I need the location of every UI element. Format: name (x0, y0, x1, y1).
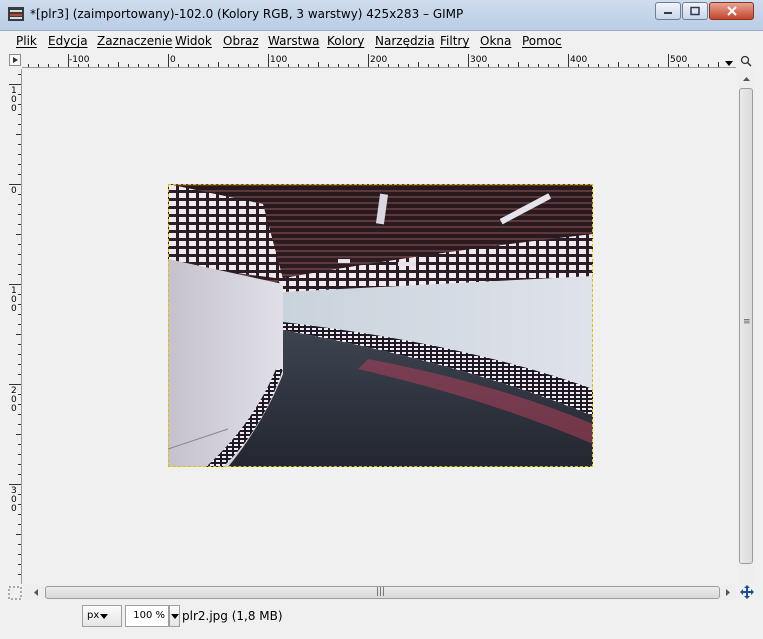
scroll-left-icon[interactable] (29, 585, 43, 600)
minimize-icon (664, 12, 672, 14)
navigate-cross-icon[interactable] (739, 584, 755, 600)
minimize-button[interactable] (655, 2, 681, 20)
window-title: *[plr3] (zaimportowany)-102.0 (Kolory RG… (30, 7, 464, 21)
horizontal-scrollbar-thumb[interactable]: ||| (45, 586, 720, 599)
menu-narzedzia[interactable]: Narzędzia (375, 34, 435, 48)
vruler-label: 100 (11, 286, 17, 314)
menu-zaznaczenie[interactable]: Zaznaczenie (97, 34, 172, 48)
vruler-label: 300 (11, 486, 17, 514)
zoom-fit-icon[interactable] (740, 55, 752, 67)
menu-okna[interactable]: Okna (480, 34, 511, 48)
maximize-button[interactable] (682, 2, 708, 20)
menu-widok[interactable]: Widok (175, 34, 212, 48)
vruler-label: 0 (11, 186, 17, 196)
menu-arrow-icon (13, 57, 18, 63)
close-button[interactable] (709, 2, 754, 20)
zoom-dropdown-button[interactable] (169, 605, 180, 627)
vertical-scrollbar-thumb[interactable]: ≡ (739, 88, 753, 564)
maximize-icon (690, 6, 700, 16)
vruler-label: 200 (11, 386, 17, 414)
grip-icon: ≡ (743, 317, 751, 327)
scroll-right-icon[interactable] (721, 585, 735, 600)
status-file-info: plr2.jpg (1,8 MB) (182, 609, 283, 623)
unit-value: px (87, 610, 100, 621)
hruler-label: -100 (69, 55, 90, 65)
horizontal-ruler[interactable]: -100 0 100 200 300 400 500 (22, 53, 736, 68)
close-icon (726, 6, 737, 16)
chevron-down-icon (100, 614, 108, 619)
menu-warstwa[interactable]: Warstwa (268, 34, 320, 48)
unit-select[interactable]: px (82, 605, 122, 627)
menu-plik[interactable]: Plik (16, 34, 37, 48)
gimp-app-icon (8, 7, 24, 21)
menu-obraz[interactable]: Obraz (223, 34, 259, 48)
hruler-label: 0 (170, 55, 176, 65)
hruler-label: 400 (570, 55, 587, 65)
hruler-label: 300 (470, 55, 487, 65)
hruler-label: 500 (670, 55, 687, 65)
vruler-label: 100 (11, 86, 17, 114)
chevron-down-icon (171, 614, 179, 619)
image-boundary-selection (168, 184, 593, 467)
zoom-input[interactable]: 100 % (125, 605, 169, 627)
menu-kolory[interactable]: Kolory (327, 34, 364, 48)
hruler-label: 100 (270, 55, 287, 65)
menu-edycja[interactable]: Edycja (48, 34, 88, 48)
menu-pomoc[interactable]: Pomoc (522, 34, 562, 48)
ruler-corner-menu-button[interactable] (9, 54, 21, 66)
grip-icon: ||| (376, 587, 386, 597)
scroll-up-icon[interactable] (738, 71, 755, 87)
hruler-label: 200 (370, 55, 387, 65)
quick-mask-icon[interactable] (8, 586, 22, 600)
menu-filtry[interactable]: Filtry (440, 34, 469, 48)
menu-bar: Plik Edycja Zaznaczenie Widok Obraz Wars… (0, 31, 763, 52)
title-bar: *[plr3] (zaimportowany)-102.0 (Kolory RG… (0, 0, 763, 31)
vertical-ruler[interactable]: 1 0 0 0 1 0 0 2 0 0 3 0 0 (8, 69, 22, 584)
